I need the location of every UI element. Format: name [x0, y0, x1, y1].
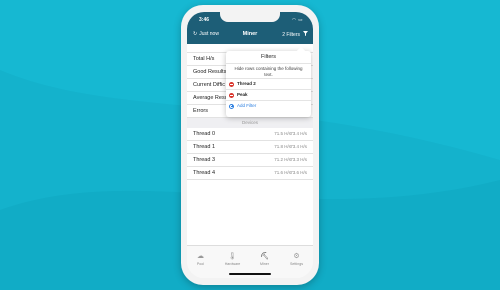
thread-hashrate-avg: 73.3 H/s [290, 157, 307, 162]
phone-screen: 3:46 ◠ ▭ ↻ Just now Miner 2 Filters Tota… [187, 12, 313, 278]
status-time: 3:46 [199, 17, 210, 23]
thermometer-icon: 🌡 [228, 253, 237, 260]
thread-row[interactable]: Thread 1 71.8 H/s 73.4 H/s [187, 141, 313, 154]
thread-row[interactable]: Thread 4 71.6 H/s 73.6 H/s [187, 167, 313, 180]
pickaxe-icon: ⛏ [260, 253, 269, 260]
thread-hashrate-avg: 73.6 H/s [290, 170, 307, 175]
tab-miner[interactable]: ⛏ Miner [252, 252, 277, 266]
thread-row[interactable]: Thread 0 71.5 H/s 73.4 H/s [187, 128, 313, 141]
battery-icon: ▭ [298, 17, 303, 22]
thread-hashrate: 71.5 H/s [274, 131, 291, 136]
tab-settings[interactable]: ⚙ Settings [284, 252, 309, 266]
thread-hashrate: 71.6 H/s [274, 170, 291, 175]
devices-section-header: Devices [187, 118, 313, 128]
tab-pool[interactable]: ☁ Pool [188, 252, 213, 266]
filter-item[interactable]: Thread 2 [226, 78, 311, 89]
wifi-icon: ◠ [292, 17, 297, 22]
add-filter-button[interactable]: Add Filter [226, 100, 311, 111]
filter-funnel-icon [303, 31, 308, 38]
thread-row[interactable]: Thread 3 71.2 H/s 73.3 H/s [187, 154, 313, 167]
tab-bar: ☁ Pool 🌡 Hardware ⛏ Miner ⚙ Settings [187, 245, 313, 278]
thread-name: Thread 4 [193, 170, 216, 176]
gear-icon: ⚙ [293, 253, 300, 260]
phone-notch [220, 12, 280, 22]
filter-item[interactable]: Peak [226, 89, 311, 100]
phone-frame: 3:46 ◠ ▭ ↻ Just now Miner 2 Filters Tota… [181, 5, 319, 285]
remove-filter-icon[interactable] [229, 92, 234, 98]
thread-hashrate-avg: 73.4 H/s [290, 131, 307, 136]
tab-hardware[interactable]: 🌡 Hardware [220, 252, 245, 266]
thread-name: Thread 1 [193, 144, 216, 150]
tab-label: Pool [196, 262, 205, 266]
status-icons: ◠ ▭ [292, 17, 303, 23]
thread-name: Thread 0 [193, 131, 216, 137]
tab-label: Settings [290, 262, 303, 266]
popover-description: Hide rows containing the following text. [234, 66, 303, 77]
cloud-icon: ☁ [197, 253, 204, 260]
thread-hashrate-avg: 73.4 H/s [290, 144, 307, 149]
thread-hashrate: 71.8 H/s [274, 144, 291, 149]
remove-filter-icon[interactable] [229, 81, 234, 87]
popover-title: Filters [226, 51, 311, 64]
filters-label: 2 Filters [282, 31, 300, 38]
add-filter-label: Add Filter [237, 103, 257, 108]
thread-hashrate: 71.2 H/s [274, 157, 291, 162]
tab-label: Miner [260, 262, 269, 266]
filter-text: Peak [237, 92, 248, 97]
nav-bar: ↻ Just now Miner 2 Filters [187, 26, 313, 44]
thread-name: Thread 3 [193, 157, 216, 163]
filters-button[interactable]: 2 Filters [282, 31, 308, 38]
add-icon [229, 103, 234, 109]
home-indicator[interactable] [229, 273, 271, 275]
tab-label: Hardware [224, 262, 241, 266]
filter-text: Thread 2 [237, 81, 256, 86]
filters-popover: Filters Hide rows containing the followi… [226, 46, 311, 117]
